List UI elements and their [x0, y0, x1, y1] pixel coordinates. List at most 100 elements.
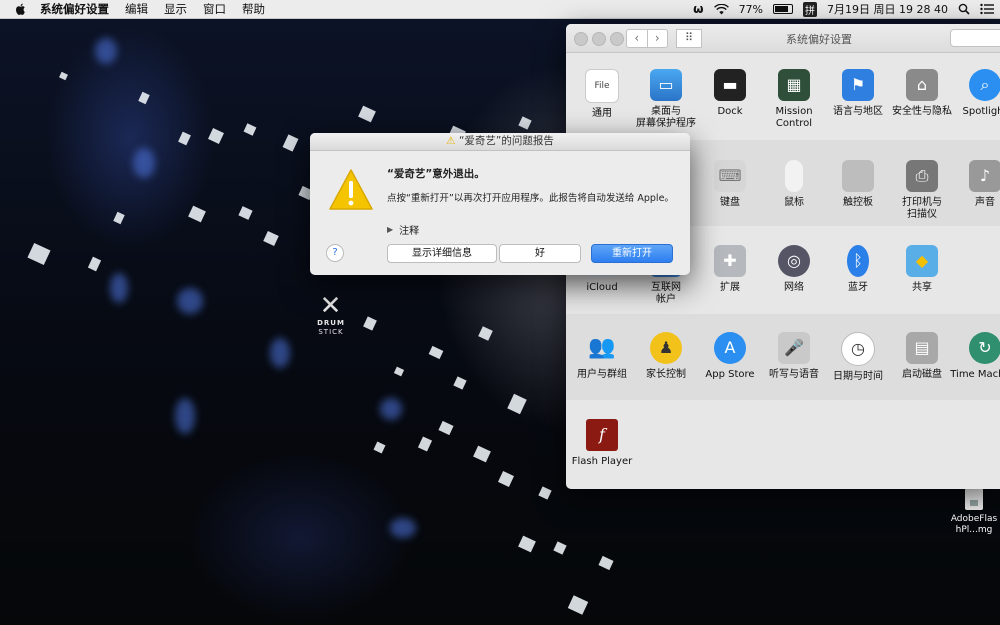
pref-extensions[interactable]: ✚ 扩展 — [695, 245, 765, 294]
confetti — [373, 441, 386, 454]
pref-language-region[interactable]: ⚑ 语言与地区 — [823, 69, 893, 118]
zoom-window-button[interactable] — [610, 32, 624, 46]
confetti — [567, 595, 589, 615]
dialog-heading: “爱奇艺”意外退出。 — [387, 168, 485, 180]
menu-bar: 系统偏好设置 编辑 显示 窗口 帮助 ω 77% 拼 7月19日 周日 19 2… — [0, 0, 1000, 19]
notification-center-icon[interactable] — [980, 3, 994, 15]
bokeh-light — [380, 398, 402, 420]
confetti — [59, 71, 68, 81]
pref-label: 通用 — [592, 108, 612, 119]
menu-help[interactable]: 帮助 — [242, 1, 265, 17]
prefs-row-personal: File 通用 ▭ 桌面与 屏幕保护程序 ▬ Dock ▦ Mission Co… — [566, 53, 1000, 139]
spotlight-search-icon[interactable] — [958, 3, 970, 15]
pref-security-privacy[interactable]: ⌂ 安全性与隐私 — [887, 69, 957, 118]
dictation-icon: 🎤 — [778, 332, 810, 364]
bokeh-light — [270, 338, 290, 368]
pref-parental-controls[interactable]: ♟ 家长控制 — [631, 332, 701, 381]
close-window-button[interactable] — [574, 32, 588, 46]
bokeh-light — [110, 273, 128, 303]
minimize-window-button[interactable] — [592, 32, 606, 46]
flash-icon: f — [586, 419, 618, 451]
battery-icon[interactable] — [773, 4, 794, 14]
help-button[interactable]: ? — [326, 244, 344, 262]
pref-flash-player[interactable]: f Flash Player — [567, 419, 637, 468]
pref-spotlight[interactable]: ⌕ Spotlight — [950, 69, 1000, 118]
confetti — [438, 420, 454, 436]
drumstick-logo: ✕ DRUM STICK — [313, 293, 349, 337]
pref-dictation-speech[interactable]: 🎤 听写与语音 — [759, 332, 829, 381]
pref-general[interactable]: File 通用 — [567, 69, 637, 120]
pref-date-time[interactable]: ◷ 日期与时间 — [823, 332, 893, 383]
pref-time-machine[interactable]: ↻ Time Machine — [950, 332, 1000, 381]
mission-control-icon: ▦ — [778, 69, 810, 101]
pref-startup-disk[interactable]: ▤ 启动磁盘 — [887, 332, 957, 381]
prefs-row-system: 👥 用户与群组 ♟ 家长控制 A App Store 🎤 听写与语音 ◷ 日期与… — [566, 314, 1000, 400]
prefs-titlebar[interactable]: ‹ › ⠿ 系统偏好设置 — [566, 24, 1000, 53]
pref-sound[interactable]: ♪ 声音 — [950, 160, 1000, 209]
confetti — [138, 91, 150, 105]
clock[interactable]: 7月19日 周日 19 28 40 — [827, 1, 948, 17]
confetti — [188, 205, 206, 223]
startup-disk-icon: ▤ — [906, 332, 938, 364]
forward-button[interactable]: › — [647, 29, 668, 48]
pref-trackpad[interactable]: 触控板 — [823, 160, 893, 209]
confetti — [498, 471, 514, 487]
notes-label: 注释 — [399, 226, 420, 237]
pref-keyboard[interactable]: ⌨ 键盘 — [695, 160, 765, 209]
pref-label: 日期与时间 — [833, 371, 883, 382]
pref-sharing[interactable]: ◆ 共享 — [887, 245, 957, 294]
nav-buttons: ‹ › — [626, 29, 668, 48]
disk-image-icon — [965, 488, 983, 510]
pref-network[interactable]: ◎ 网络 — [759, 245, 829, 294]
back-button[interactable]: ‹ — [626, 29, 648, 48]
confetti — [598, 555, 614, 571]
reopen-button[interactable]: 重新打开 — [591, 244, 673, 263]
wifi-icon[interactable] — [713, 3, 729, 15]
bokeh-light — [95, 38, 117, 64]
chevron-right-icon: › — [654, 31, 660, 45]
pref-desktop-screensaver[interactable]: ▭ 桌面与 屏幕保护程序 — [631, 69, 701, 130]
pref-dock[interactable]: ▬ Dock — [695, 69, 765, 118]
confetti — [243, 123, 257, 136]
confetti — [473, 445, 491, 463]
menu-window[interactable]: 窗口 — [203, 1, 226, 17]
dialog-titlebar[interactable]: ⚠ “爱奇艺”的问题报告 — [310, 133, 690, 151]
pref-printers-scanners[interactable]: ⎙ 打印机与 扫描仪 — [887, 160, 957, 221]
pref-users-groups[interactable]: 👥 用户与群组 — [567, 332, 637, 381]
confetti — [478, 326, 493, 341]
pref-label: 声音 — [975, 197, 995, 208]
menu-edit[interactable]: 编辑 — [125, 1, 148, 17]
pref-bluetooth[interactable]: ᛒ 蓝牙 — [823, 245, 893, 294]
menu-view[interactable]: 显示 — [164, 1, 187, 17]
show-details-button[interactable]: 显示详细信息 — [387, 244, 497, 263]
confetti — [178, 131, 191, 146]
confetti — [358, 105, 376, 123]
pref-label: Mission Control — [775, 106, 813, 129]
pref-label: 网络 — [784, 282, 804, 293]
confetti — [518, 116, 532, 130]
printer-icon: ⎙ — [906, 160, 938, 192]
search-input[interactable] — [950, 29, 1000, 47]
menu-extras: ω 77% 拼 7月19日 周日 19 28 40 — [693, 0, 994, 18]
apple-icon[interactable] — [14, 2, 28, 16]
confetti — [538, 486, 552, 500]
pref-label: Time Machine — [950, 369, 1000, 380]
confetti — [417, 436, 433, 452]
menu-app-name[interactable]: 系统偏好设置 — [40, 1, 109, 17]
pref-app-store[interactable]: A App Store — [695, 332, 765, 381]
status-app-icon[interactable]: ω — [693, 2, 703, 16]
pref-label: 蓝牙 — [848, 282, 868, 293]
notes-disclosure[interactable]: ▶ 注释 — [387, 222, 419, 237]
pref-mouse[interactable]: 鼠标 — [759, 160, 829, 209]
pref-label: 用户与群组 — [577, 369, 627, 380]
pref-mission-control[interactable]: ▦ Mission Control — [759, 69, 829, 130]
ok-button[interactable]: 好 — [499, 244, 581, 263]
pref-label: 听写与语音 — [769, 369, 819, 380]
desktop-file-dmg[interactable]: AdobeFlashPl...mg — [948, 488, 1000, 536]
show-all-button[interactable]: ⠿ — [676, 29, 702, 48]
input-method-icon[interactable]: 拼 — [803, 1, 818, 17]
parental-icon: ♟ — [650, 332, 682, 364]
sound-icon: ♪ — [969, 160, 1000, 192]
sharing-icon: ◆ — [906, 245, 938, 277]
dialog-title: “爱奇艺”的问题报告 — [458, 135, 554, 147]
